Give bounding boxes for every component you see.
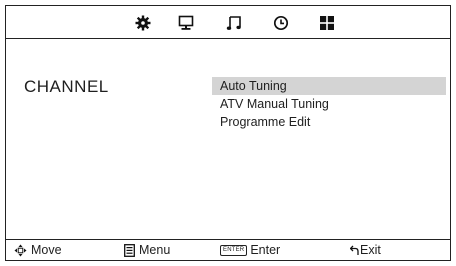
move-hint: Move [14,243,62,257]
menu-label: Menu [139,243,171,257]
move-label: Move [31,243,62,257]
dpad-arrows-icon [14,244,27,257]
section-title: CHANNEL [24,77,109,96]
menu-item-auto-tuning[interactable]: Auto Tuning [212,77,446,95]
enter-hint: ENTER Enter [220,243,280,257]
menu-hint: Menu [124,243,170,257]
enter-label: Enter [250,243,281,257]
menu-list: Auto Tuning ATV Manual Tuning Programme … [212,77,446,131]
gear-icon[interactable] [134,14,152,32]
back-arrow-icon [350,245,359,256]
menu-item-atv-manual-tuning[interactable]: ATV Manual Tuning [212,95,446,113]
music-note-icon[interactable] [225,14,243,32]
monitor-icon[interactable] [177,14,195,32]
menu-icon [124,243,135,257]
menu-item-programme-edit[interactable]: Programme Edit [212,113,446,131]
tab-bar [6,6,450,39]
exit-hint: Exit [350,243,381,257]
hint-bar: Move Menu ENTER Enter Exit [6,239,450,260]
clock-icon[interactable] [272,14,290,32]
enter-key-icon: ENTER [220,244,248,256]
osd-frame: CHANNEL Auto Tuning ATV Manual Tuning Pr… [5,5,451,261]
grid-icon[interactable] [318,14,336,32]
exit-label: Exit [360,243,381,257]
